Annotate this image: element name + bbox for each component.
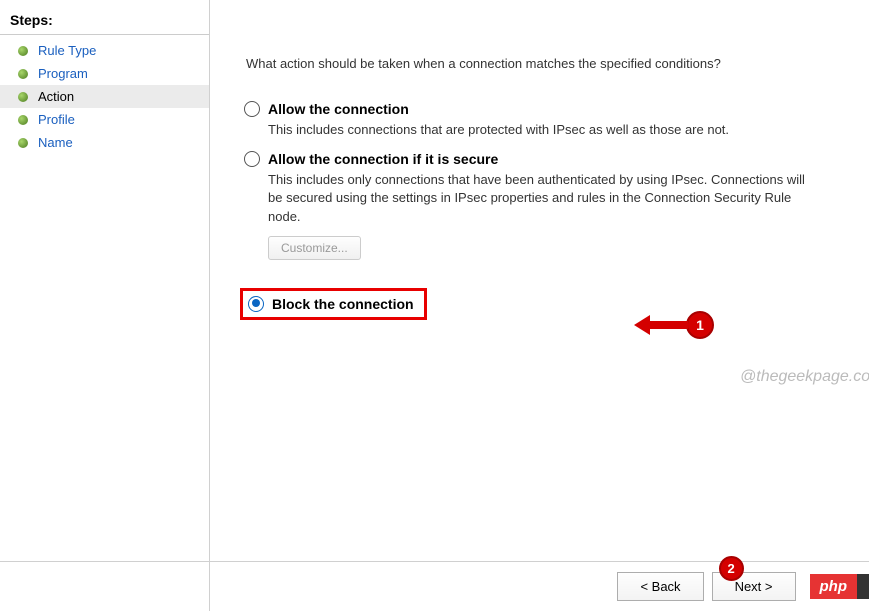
- option-desc: This includes only connections that have…: [268, 171, 808, 226]
- radio-block[interactable]: [248, 296, 264, 312]
- step-rule-type[interactable]: Rule Type: [0, 39, 209, 62]
- option-title: Block the connection: [272, 296, 414, 312]
- step-label: Name: [38, 135, 73, 150]
- option-row[interactable]: Allow the connection if it is secure: [244, 151, 839, 167]
- next-button[interactable]: 2 Next >: [712, 572, 796, 601]
- main-panel: What action should be taken when a conne…: [210, 0, 869, 611]
- wizard-steps-sidebar: Steps: Rule Type Program Action Profile …: [0, 0, 210, 611]
- arrow-icon: [648, 321, 688, 329]
- wizard-footer: < Back 2 Next > php: [0, 561, 869, 611]
- step-label: Rule Type: [38, 43, 96, 58]
- bullet-icon: [18, 69, 28, 79]
- step-action[interactable]: Action: [0, 85, 209, 108]
- radio-allow[interactable]: [244, 101, 260, 117]
- option-allow-secure: Allow the connection if it is secure Thi…: [244, 151, 839, 260]
- callout-annotation-1: 1: [648, 311, 714, 339]
- bullet-icon: [18, 92, 28, 102]
- sidebar-title: Steps:: [0, 8, 209, 35]
- radio-allow-secure[interactable]: [244, 151, 260, 167]
- wizard-question: What action should be taken when a conne…: [246, 56, 839, 71]
- next-button-label: Next >: [735, 579, 773, 594]
- option-title: Allow the connection if it is secure: [268, 151, 498, 167]
- back-button[interactable]: < Back: [617, 572, 703, 601]
- watermark: @thegeekpage.com: [740, 368, 869, 386]
- option-allow: Allow the connection This includes conne…: [244, 101, 839, 139]
- bullet-icon: [18, 46, 28, 56]
- step-program[interactable]: Program: [0, 62, 209, 85]
- highlight-annotation: Block the connection: [240, 288, 427, 320]
- step-name[interactable]: Name: [0, 131, 209, 154]
- option-row[interactable]: Block the connection: [248, 296, 414, 312]
- step-label: Profile: [38, 112, 75, 127]
- option-row[interactable]: Allow the connection: [244, 101, 839, 117]
- step-profile[interactable]: Profile: [0, 108, 209, 131]
- customize-button: Customize...: [268, 236, 361, 260]
- bullet-icon: [18, 115, 28, 125]
- step-label: Program: [38, 66, 88, 81]
- php-watermark: php: [810, 574, 858, 599]
- callout-badge: 1: [686, 311, 714, 339]
- option-title: Allow the connection: [268, 101, 409, 117]
- bullet-icon: [18, 138, 28, 148]
- step-label: Action: [38, 89, 74, 104]
- option-desc: This includes connections that are prote…: [268, 121, 808, 139]
- callout-badge: 2: [719, 556, 744, 581]
